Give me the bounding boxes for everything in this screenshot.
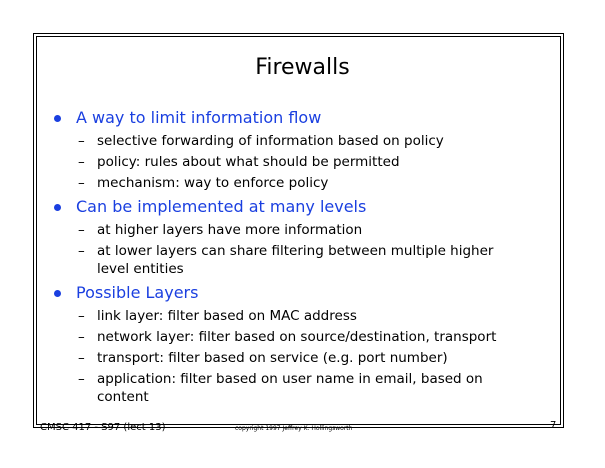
sub-bullet-text: transport: filter based on service (e.g.…: [97, 350, 448, 366]
bullet-dot-icon: [54, 290, 61, 297]
bullet-text: Can be implemented at many levels: [76, 197, 367, 216]
bullet-text: Possible Layers: [76, 283, 199, 302]
sub-bullet-text: at lower layers can share filtering betw…: [97, 243, 494, 277]
sub-bullet: – at higher layers have more information: [52, 221, 572, 239]
sub-bullet-text: policy: rules about what should be permi…: [97, 154, 400, 170]
dash-icon: –: [78, 371, 85, 387]
sub-bullet: – link layer: filter based on MAC address: [52, 307, 572, 325]
bullet-dot-icon: [54, 115, 61, 122]
sub-bullet: – application: filter based on user name …: [52, 370, 537, 406]
sub-bullet-text: mechanism: way to enforce policy: [97, 175, 329, 191]
dash-icon: –: [78, 308, 85, 324]
sub-bullet: – at lower layers can share filtering bet…: [52, 242, 527, 278]
dash-icon: –: [78, 133, 85, 149]
sub-bullet: – transport: filter based on service (e.g…: [52, 349, 572, 367]
course-label: CMSC 417 - S97 (lect 13): [40, 422, 166, 433]
dash-icon: –: [78, 329, 85, 345]
sub-bullet-text: selective forwarding of information base…: [97, 133, 444, 149]
bullet-list: A way to limit information flow – selecti…: [52, 107, 572, 409]
sub-bullet-text: link layer: filter based on MAC address: [97, 308, 357, 324]
dash-icon: –: [78, 243, 85, 259]
dash-icon: –: [78, 222, 85, 238]
bullet-item: Can be implemented at many levels: [52, 196, 572, 218]
dash-icon: –: [78, 350, 85, 366]
dash-icon: –: [78, 175, 85, 191]
sub-bullet-text: network layer: filter based on source/de…: [97, 329, 497, 345]
slide-title: Firewalls: [255, 55, 350, 80]
page-number: 7: [550, 420, 557, 431]
bullet-text: A way to limit information flow: [76, 108, 322, 127]
bullet-item: Possible Layers: [52, 282, 572, 304]
dash-icon: –: [78, 154, 85, 170]
bullet-item: A way to limit information flow: [52, 107, 572, 129]
sub-bullet: – selective forwarding of information bas…: [52, 132, 572, 150]
sub-bullet-text: at higher layers have more information: [97, 222, 363, 238]
sub-bullet: – policy: rules about what should be perm…: [52, 153, 572, 171]
sub-bullet: – network layer: filter based on source/d…: [52, 328, 572, 346]
sub-bullet: – mechanism: way to enforce policy: [52, 174, 572, 192]
copyright-notice: copyright 1997 Jeffrey K. Hollingsworth: [235, 425, 353, 432]
sub-bullet-text: application: filter based on user name i…: [97, 371, 483, 405]
bullet-dot-icon: [54, 204, 61, 211]
